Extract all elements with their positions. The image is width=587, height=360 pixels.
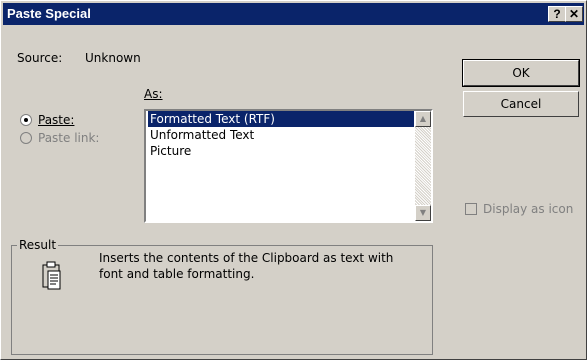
paste-link-radio-label[interactable]: Paste link: — [38, 131, 99, 145]
close-button[interactable]: ✕ — [565, 6, 583, 22]
result-description: Inserts the contents of the Clipboard as… — [99, 251, 394, 281]
scroll-down-icon[interactable]: ▼ — [415, 205, 431, 221]
paste-radio[interactable] — [20, 114, 32, 126]
result-legend: Result — [17, 238, 59, 252]
ok-button[interactable]: OK — [462, 59, 580, 87]
list-item-picture[interactable]: Picture — [148, 143, 193, 159]
display-as-icon-checkbox[interactable] — [465, 203, 477, 215]
help-button[interactable]: ? — [548, 6, 566, 22]
format-list[interactable]: Formatted Text (RTF) Unformatted Text Pi… — [144, 109, 433, 223]
clipboard-icon — [42, 261, 61, 290]
scroll-up-icon[interactable]: ▲ — [415, 111, 431, 127]
source-label: Source: — [17, 51, 63, 65]
list-scrollbar[interactable]: ▲ ▼ — [415, 111, 431, 221]
cancel-button[interactable]: Cancel — [463, 91, 579, 117]
display-as-icon-label[interactable]: Display as icon — [483, 202, 573, 216]
source-value: Unknown — [85, 51, 141, 65]
paste-link-radio[interactable] — [20, 132, 32, 144]
list-item-formatted-text[interactable]: Formatted Text (RTF) — [148, 111, 414, 127]
paste-radio-label[interactable]: Paste: — [38, 113, 74, 127]
dialog-title: Paste Special — [7, 6, 91, 21]
title-bar: Paste Special ? ✕ — [3, 3, 584, 25]
as-label: As: — [144, 87, 163, 101]
paste-special-dialog: Paste Special ? ✕ Source: Unknown As: Pa… — [0, 0, 587, 360]
list-item-unformatted-text[interactable]: Unformatted Text — [148, 127, 256, 143]
